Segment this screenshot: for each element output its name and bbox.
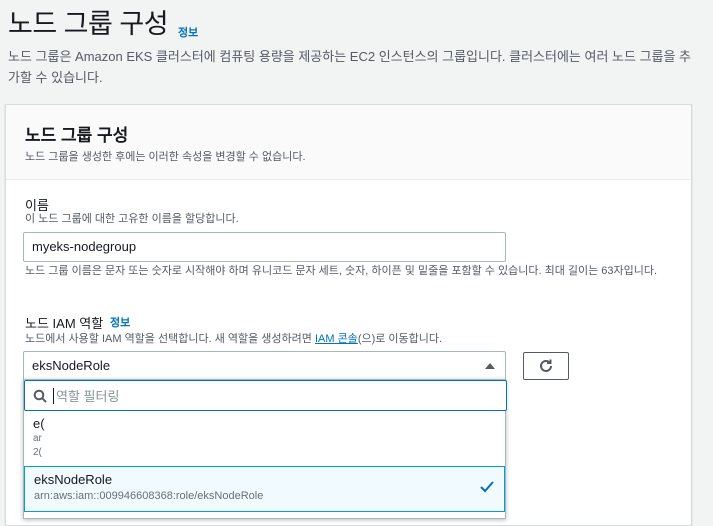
caret-up-icon [485, 363, 495, 369]
panel-subtitle: 노드 그룹을 생성한 후에는 이러한 속성을 변경할 수 없습니다. [25, 151, 306, 163]
refresh-button[interactable] [523, 352, 569, 380]
role-select-value: eksNodeRole [32, 358, 111, 373]
page-title: 노드 그룹 구성 [8, 9, 169, 39]
role-hint: 노드에서 사용할 IAM 역할을 선택합니다. 새 역할을 생성하려면 IAM … [25, 332, 442, 347]
filter-placeholder: 역할 필터링 [56, 389, 120, 404]
role-filter-input[interactable]: 역할 필터링 [24, 380, 507, 411]
search-icon [33, 389, 47, 403]
refresh-icon [540, 359, 552, 372]
check-icon [480, 481, 494, 493]
name-hint: 이 노드 그룹에 대한 고유한 이름을 할당합니다. [25, 213, 239, 225]
role-info-link[interactable]: 정보 [110, 314, 130, 330]
option-label: eksNodeRole [34, 472, 113, 487]
role-select[interactable]: eksNodeRole [23, 351, 506, 381]
name-constraint: 노드 그룹 이름은 문자 또는 숫자로 시작해야 하며 유니코드 문자 세트, … [25, 265, 658, 277]
name-input[interactable]: myeks-nodegroup [23, 232, 506, 262]
option-arn: arn:aws:iam::009946608368:role/eksNodeRo… [34, 490, 264, 502]
text-cursor [53, 387, 54, 404]
role-label: 노드 IAM 역할 [25, 316, 104, 331]
dropdown-option-selected[interactable]: eksNodeRole arn:aws:iam::009946608368:ro… [24, 466, 505, 512]
dropdown-option[interactable]: e( ar 2( [24, 414, 505, 466]
iam-console-link[interactable]: IAM 콘솔 [315, 333, 358, 345]
option-line: ar [33, 433, 42, 444]
title-info-link[interactable]: 정보 [178, 24, 198, 40]
panel-title: 노드 그룹 구성 [25, 126, 129, 145]
role-dropdown: 역할 필터링 e( ar 2( eksNodeRole arn:aws:iam:… [23, 379, 507, 519]
role-hint-suffix: (으)로 이동합니다. [357, 333, 443, 345]
role-hint-text: 노드에서 사용할 IAM 역할을 선택합니다. 새 역할을 생성하려면 [25, 333, 315, 345]
option-label: e( [33, 416, 45, 431]
page-description: 노드 그룹은 Amazon EKS 클러스터에 컴퓨팅 용량을 제공하는 EC2… [8, 49, 692, 85]
option-line: 2( [33, 447, 42, 458]
panel-header: 노드 그룹 구성 노드 그룹을 생성한 후에는 이러한 속성을 변경할 수 없습… [6, 105, 691, 180]
